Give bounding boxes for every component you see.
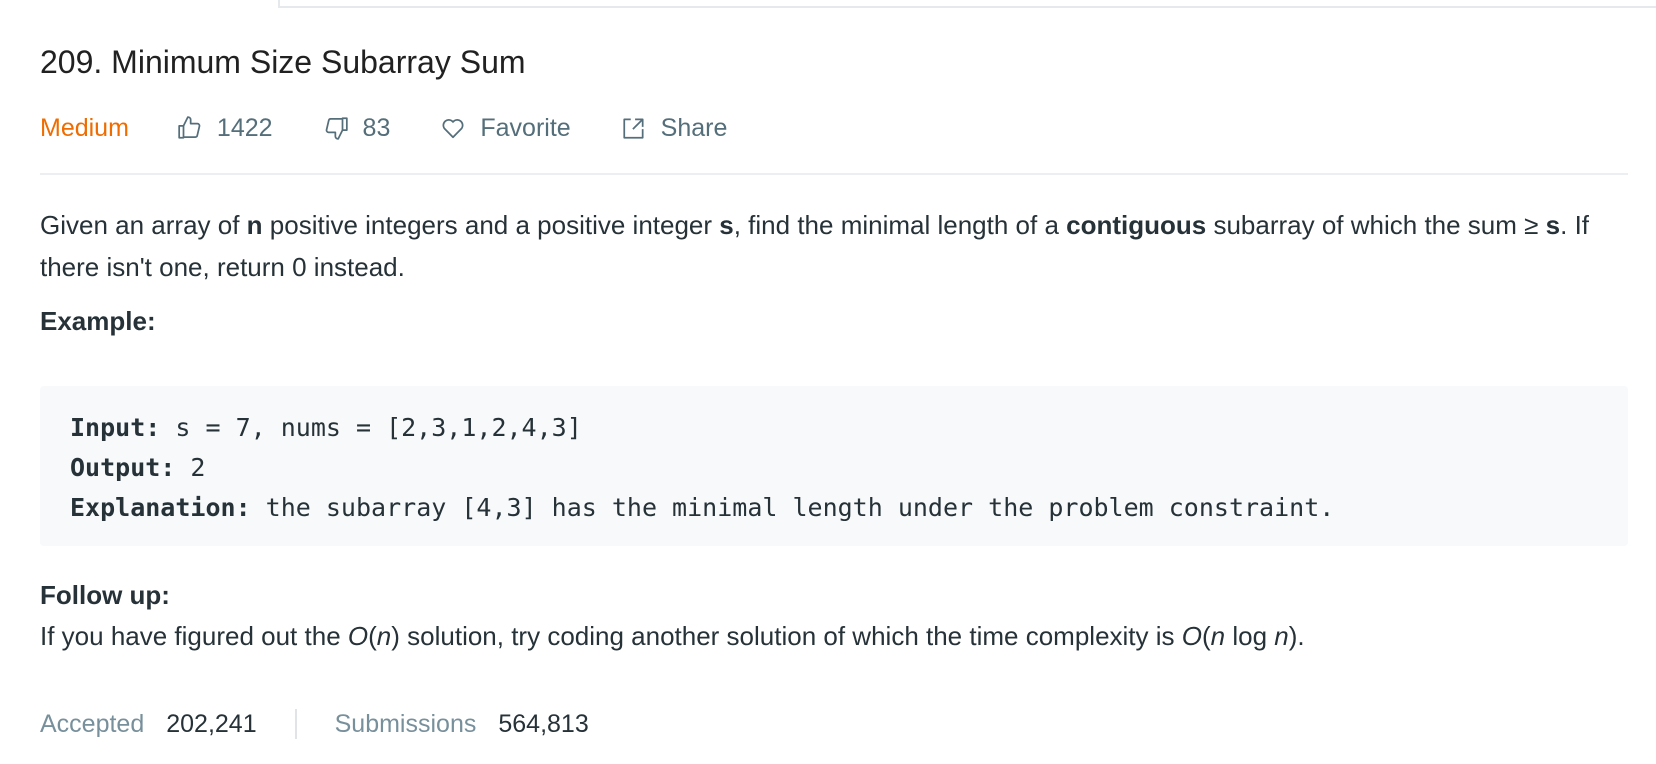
example-explanation-line: Explanation: the subarray [4,3] has the …	[70, 488, 1598, 528]
thumbs-up-icon	[178, 116, 201, 139]
followup-heading: Follow up:	[40, 580, 170, 610]
header-divider	[40, 173, 1628, 175]
followup-span: )	[391, 621, 400, 651]
submissions-label: Submissions	[334, 709, 477, 738]
desc-text: Given an array of	[40, 210, 247, 240]
big-o: O	[1181, 621, 1202, 651]
problem-meta-row: Medium 1422 83 Favorite Share	[40, 106, 777, 150]
accepted-value: 202,241	[166, 709, 257, 738]
thumbs-down-icon	[325, 117, 348, 140]
var-n: n	[1274, 621, 1289, 651]
explanation-label: Explanation:	[70, 493, 251, 522]
example-input-line: Input: s = 7, nums = [2,3,1,2,4,3]	[70, 408, 1598, 448]
tab-bar-border	[278, 0, 1656, 8]
output-value: 2	[175, 453, 206, 482]
followup-span: log	[1225, 621, 1275, 651]
like-count: 1422	[216, 113, 273, 142]
output-label: Output:	[70, 453, 176, 482]
desc-text: positive integers and a positive integer	[262, 210, 720, 240]
heart-icon	[442, 119, 464, 139]
followup-text: If you have figured out the O(n) solutio…	[40, 616, 1305, 656]
like-button[interactable]: 1422	[177, 114, 273, 143]
example-output-line: Output: 2	[70, 448, 1598, 488]
desc-bold-s: s	[1545, 210, 1561, 240]
favorite-label: Favorite	[480, 113, 571, 142]
desc-bold-s: s	[719, 210, 734, 240]
dislike-button[interactable]: 83	[323, 113, 391, 143]
followup-span: If you have figured out the	[40, 621, 348, 651]
submission-stats: Accepted 202,241 Submissions 564,813	[40, 706, 589, 742]
example-code-block: Input: s = 7, nums = [2,3,1,2,4,3] Outpu…	[40, 386, 1628, 546]
dislike-count: 83	[362, 113, 391, 142]
problem-description: Given an array of n positive integers an…	[40, 204, 1630, 288]
problem-title: 209. Minimum Size Subarray Sum	[40, 44, 526, 80]
desc-text: subarray of which the sum ≥	[1206, 210, 1546, 240]
explanation-value: the subarray [4,3] has the minimal lengt…	[250, 493, 1335, 522]
example-heading: Example:	[40, 306, 156, 336]
share-button[interactable]: Share	[621, 113, 728, 143]
big-o: O	[347, 621, 369, 651]
followup-span: (	[1201, 621, 1211, 651]
share-icon	[623, 118, 644, 139]
stats-divider	[294, 709, 297, 739]
input-label: Input:	[70, 413, 161, 442]
desc-bold-n: n	[246, 210, 263, 240]
input-value: s = 7, nums = [2,3,1,2,4,3]	[160, 413, 582, 442]
followup-span: (	[368, 621, 377, 651]
desc-text: , find the minimal length of a	[733, 210, 1067, 240]
share-label: Share	[660, 113, 728, 142]
accepted-label: Accepted	[40, 709, 145, 738]
problem-page: 209. Minimum Size Subarray Sum Medium 14…	[0, 0, 1656, 764]
var-n: n	[376, 621, 392, 651]
followup-span: ).	[1288, 621, 1305, 651]
favorite-button[interactable]: Favorite	[440, 113, 571, 143]
desc-bold-contiguous: contiguous	[1066, 210, 1207, 240]
var-n: n	[1210, 621, 1226, 651]
followup-span: solution, try coding another solution of…	[399, 621, 1182, 651]
difficulty-badge: Medium	[40, 113, 129, 142]
submissions-value: 564,813	[498, 709, 589, 738]
